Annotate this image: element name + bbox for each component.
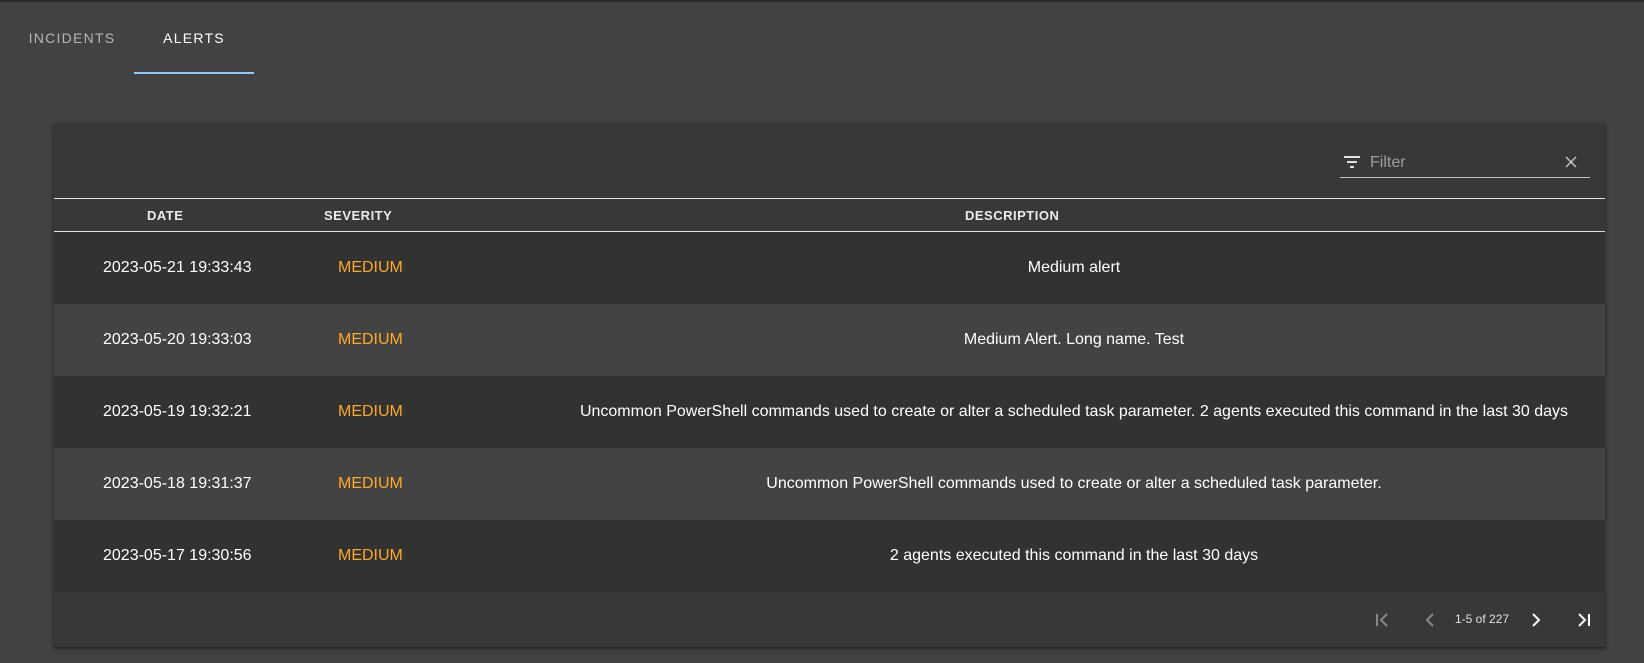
page-range-text: 1-5 of 227: [1455, 612, 1510, 626]
tab-bar: INCIDENTS ALERTS: [0, 0, 300, 76]
chevron-left-icon[interactable]: [1419, 609, 1441, 631]
table-row[interactable]: 2023-05-18 19:31:37 MEDIUM Uncommon Powe…: [54, 448, 1605, 520]
cell-date: 2023-05-17 19:30:56: [103, 547, 252, 564]
table-row[interactable]: 2023-05-21 19:33:43 MEDIUM Medium alert: [54, 232, 1605, 304]
alerts-table-card: DATE SEVERITY DESCRIPTION 2023-05-21 19:…: [54, 123, 1605, 647]
filter-list-icon: [1344, 156, 1360, 168]
filter-field: [1340, 147, 1590, 178]
cell-date: 2023-05-21 19:33:43: [103, 259, 252, 276]
cell-severity: MEDIUM: [338, 259, 403, 276]
cell-description: 2 agents executed this command in the la…: [889, 547, 1259, 564]
column-header-description[interactable]: DESCRIPTION: [965, 199, 1059, 231]
chevron-right-icon[interactable]: [1525, 609, 1547, 631]
close-icon[interactable]: [1564, 155, 1578, 169]
cell-severity: MEDIUM: [338, 547, 403, 564]
table-header: DATE SEVERITY DESCRIPTION: [54, 198, 1605, 232]
cell-severity: MEDIUM: [338, 331, 403, 348]
cell-description: Uncommon PowerShell commands used to cre…: [579, 403, 1569, 420]
column-header-date[interactable]: DATE: [147, 199, 183, 231]
first-page-icon[interactable]: [1372, 609, 1394, 631]
cell-date: 2023-05-20 19:33:03: [103, 331, 252, 348]
cell-date: 2023-05-19 19:32:21: [103, 403, 252, 420]
filter-input[interactable]: [1368, 149, 1562, 177]
active-tab-indicator: [134, 72, 254, 74]
cell-severity: MEDIUM: [338, 403, 403, 420]
cell-description: Uncommon PowerShell commands used to cre…: [766, 475, 1382, 492]
cell-date: 2023-05-18 19:31:37: [103, 475, 252, 492]
table-row[interactable]: 2023-05-20 19:33:03 MEDIUM Medium Alert.…: [54, 304, 1605, 376]
table-row[interactable]: 2023-05-19 19:32:21 MEDIUM Uncommon Powe…: [54, 376, 1605, 448]
table-row[interactable]: 2023-05-17 19:30:56 MEDIUM 2 agents exec…: [54, 520, 1605, 592]
tab-incidents[interactable]: INCIDENTS: [16, 2, 128, 74]
last-page-icon[interactable]: [1572, 609, 1594, 631]
cell-description: Medium Alert. Long name. Test: [963, 331, 1185, 348]
cell-description: Medium alert: [1027, 259, 1121, 276]
tab-alerts[interactable]: ALERTS: [134, 2, 254, 74]
column-header-severity[interactable]: SEVERITY: [324, 199, 392, 231]
cell-severity: MEDIUM: [338, 475, 403, 492]
pagination: 1-5 of 227: [54, 600, 1605, 640]
